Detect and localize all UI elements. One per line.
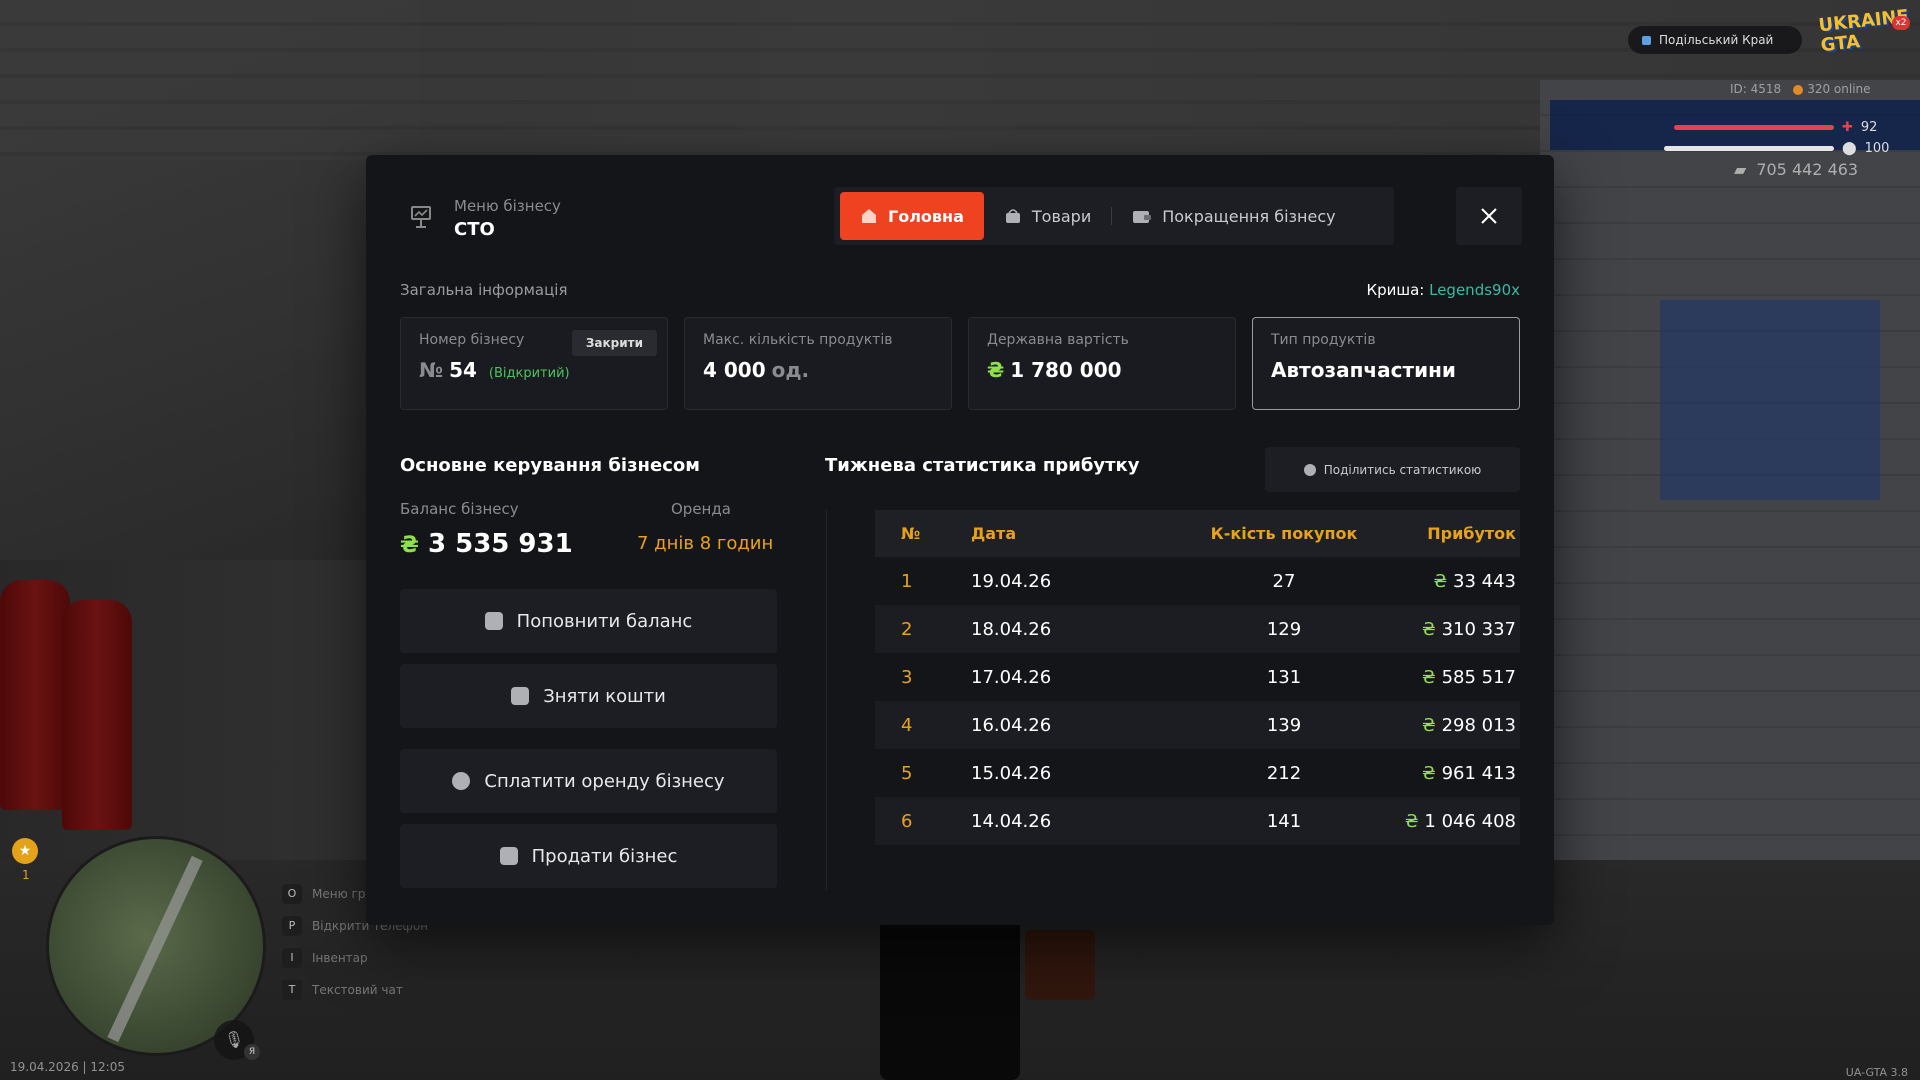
game-datetime: 19.04.2026 | 12:05 — [10, 1060, 125, 1074]
cash-icon: ▰ — [1734, 160, 1747, 179]
player-id: ID: 4518 — [1730, 82, 1782, 96]
table-row: 6 14.04.26 141 ₴ 1 046 408 — [875, 797, 1520, 845]
armor-value: 100 — [1864, 141, 1890, 156]
pay-rent-button[interactable]: Сплатити оренду бізнесу — [400, 749, 777, 813]
server-name: Подільський Край — [1659, 33, 1774, 47]
table-row: 4 16.04.26 139 ₴ 298 013 — [875, 701, 1520, 749]
wanted-level: 1 — [22, 868, 30, 882]
general-info-label: Загальна інформація — [400, 281, 568, 299]
close-button[interactable] — [1456, 187, 1522, 245]
table-row: 5 15.04.26 212 ₴ 961 413 — [901, 762, 1516, 784]
hryvnia-icon: ₴ — [1433, 570, 1448, 592]
max-products-value: 4 000 од. — [703, 358, 810, 382]
wanted-star-icon: ★ — [12, 838, 38, 864]
table-row: 1 19.04.26 27 ₴ 33 443 — [901, 570, 1516, 592]
column-divider — [826, 510, 827, 890]
armor-fill — [1664, 146, 1834, 151]
health-icon: ✚ — [1842, 120, 1853, 135]
health-fill — [1674, 125, 1834, 130]
column-header: № — [901, 524, 921, 543]
business-number-card: Номер бізнесу Закрити № 54 (Відкритий) — [400, 317, 668, 410]
card-label: Макс. кількість продуктів — [703, 332, 893, 348]
bank-icon — [499, 847, 518, 865]
health-bar: ✚ 92 — [1674, 120, 1877, 135]
hotkey-item: T Текстовий чат — [282, 980, 428, 1000]
online-icon — [1793, 84, 1804, 95]
player-info: ID: 4518 320 online — [1730, 82, 1871, 96]
share-stats-button[interactable]: Поділитись статистикою — [1265, 447, 1520, 492]
rent-value: 7 днів 8 годин — [637, 533, 774, 554]
roof-info: Криша: Legends90x — [1366, 281, 1520, 299]
business-menu-modal: Меню бізнесу СТО Головна Товари Покращен… — [366, 155, 1554, 925]
hryvnia-icon: ₴ — [1421, 762, 1436, 784]
menu-caption: Меню бізнесу — [454, 197, 561, 215]
rent-label: Оренда — [671, 500, 731, 518]
deposit-icon — [484, 612, 503, 630]
withdraw-button[interactable]: Зняти кошти — [400, 664, 777, 728]
health-value: 92 — [1860, 120, 1878, 135]
management-title: Основне керування бізнесом — [400, 455, 700, 476]
state-value: ₴ 1 780 000 — [987, 358, 1122, 382]
balance-label: Баланс бізнесу — [400, 500, 519, 518]
table-row: 2 18.04.26 129 ₴ 310 337 — [875, 605, 1520, 653]
cash-value: 705 442 463 — [1756, 160, 1859, 179]
game-version: UA-GTA 3.8 — [1845, 1066, 1908, 1079]
stats-title: Тижнева статистика прибутку — [825, 455, 1140, 476]
card-label: Тип продуктів — [1271, 332, 1376, 348]
withdraw-icon — [511, 687, 530, 705]
tab-main[interactable]: Головна — [840, 192, 984, 240]
card-label: Державна вартість — [987, 332, 1129, 348]
home-icon — [862, 209, 876, 223]
server-badge: Подільський Край — [1628, 26, 1802, 54]
armor-bar: ⬤ 100 — [1664, 141, 1889, 156]
tab-products[interactable]: Товари — [984, 192, 1111, 240]
hryvnia-icon: ₴ — [1421, 714, 1436, 736]
tab-bar: Головна Товари Покращення бізнесу — [834, 187, 1394, 245]
weekly-stats-table: № Дата К-кість покупок Прибуток 1 19.04.2… — [875, 510, 1520, 845]
roof-value: Legends90x — [1429, 281, 1520, 299]
server-icon — [1642, 35, 1651, 45]
cash-display: ▰ 705 442 463 — [1734, 160, 1858, 179]
users-icon — [452, 772, 471, 790]
hryvnia-icon: ₴ — [1421, 618, 1436, 640]
product-type-card: Тип продуктів Автозапчастини — [1252, 317, 1520, 410]
column-header: Прибуток — [1427, 524, 1516, 543]
wallet-icon — [1133, 211, 1152, 223]
column-header: К-кість покупок — [1210, 524, 1358, 543]
basket-icon — [1005, 209, 1020, 223]
business-number: № 54 (Відкритий) — [419, 358, 570, 382]
table-row: 3 17.04.26 131 ₴ 585 517 — [901, 666, 1516, 688]
table-header: № Дата К-кість покупок Прибуток — [875, 510, 1520, 557]
armor-icon: ⬤ — [1842, 141, 1857, 156]
hryvnia-icon: ₴ — [400, 533, 419, 558]
game-logo: UKRAINE GTA — [1817, 5, 1910, 57]
state-value-card: Державна вартість ₴ 1 780 000 — [968, 317, 1236, 410]
max-products-card: Макс. кількість продуктів 4 000 од. — [684, 317, 952, 410]
mic-language-badge: Я — [244, 1044, 260, 1060]
hryvnia-icon: ₴ — [1404, 810, 1419, 832]
hryvnia-icon: ₴ — [1421, 666, 1436, 688]
online-count: 320 online — [1793, 82, 1871, 96]
business-name: СТО — [454, 219, 495, 240]
close-business-button[interactable]: Закрити — [571, 330, 657, 356]
status-badge: (Відкритий) — [488, 366, 570, 381]
minimap-road — [107, 855, 203, 1043]
sell-business-button[interactable]: Продати бізнес — [400, 824, 777, 888]
logo-multiplier-badge: x2 — [1892, 16, 1910, 30]
tab-upgrades[interactable]: Покращення бізнесу — [1112, 192, 1355, 240]
chart-board-icon — [410, 205, 432, 229]
hotkey-item: I Інвентар — [282, 948, 428, 968]
hryvnia-icon: ₴ — [987, 358, 1005, 382]
roof-label: Криша: — [1366, 281, 1425, 299]
close-icon — [1481, 208, 1497, 224]
product-type-value: Автозапчастини — [1271, 358, 1456, 382]
balance-value: ₴ 3 535 931 — [400, 529, 573, 559]
column-header: Дата — [971, 524, 1017, 543]
share-icon — [1303, 463, 1316, 476]
deposit-button[interactable]: Поповнити баланс — [400, 589, 777, 653]
